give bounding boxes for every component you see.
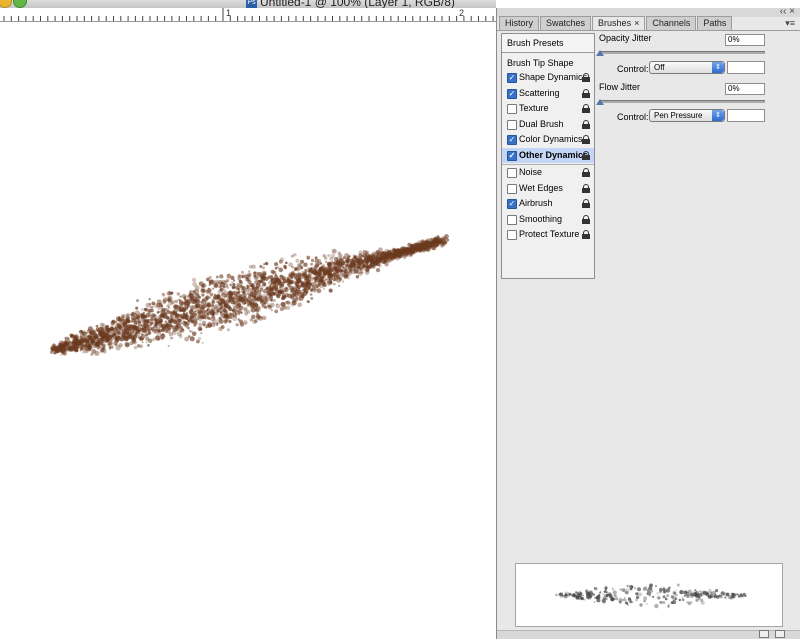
document-title-text: Untitled-1 @ 100% (Layer 1, RGB/8): [260, 0, 455, 8]
brush-setting-label: Color Dynamics: [519, 134, 583, 144]
checkbox[interactable]: ✓: [507, 73, 517, 83]
brush-setting-label: Dual Brush: [519, 118, 564, 129]
panel-menu-icon[interactable]: ▾≡: [785, 18, 795, 29]
lock-icon[interactable]: [582, 183, 590, 193]
lock-icon[interactable]: [582, 199, 590, 208]
lock-icon[interactable]: [582, 104, 590, 113]
tab-swatches-label: Swatches: [546, 18, 586, 28]
checkbox[interactable]: ✓: [507, 150, 517, 161]
brushes-panel: ‹‹ × History Swatches Brushes × Channels …: [496, 6, 800, 639]
ruler-mark-1: 1: [226, 8, 232, 18]
flow-jitter-value[interactable]: 0%: [725, 83, 765, 95]
panel-collapse-icons[interactable]: ‹‹ ×: [780, 6, 795, 17]
checkbox[interactable]: [507, 183, 517, 194]
zoom-button[interactable]: [13, 0, 27, 8]
brush-setting-other-dynamics[interactable]: ✓ Other Dynamics: [502, 147, 594, 163]
lock-icon[interactable]: [582, 168, 590, 177]
panel-footer: [497, 630, 800, 639]
brush-setting-label: Airbrush: [519, 198, 553, 208]
brush-setting-smoothing[interactable]: Smoothing: [502, 212, 594, 228]
horizontal-ruler[interactable]: 1 2: [0, 8, 496, 22]
brush-setting-label: Smoothing: [519, 213, 563, 224]
brush-setting-label: Texture: [519, 103, 549, 113]
brush-setting-label: Scattering: [519, 87, 560, 98]
tab-channels[interactable]: Channels: [646, 16, 697, 30]
chevron-updown-icon: ⇕: [712, 110, 724, 121]
flow-control-value: Pen Pressure: [654, 111, 703, 120]
brush-tip-shape-item[interactable]: Brush Tip Shape: [502, 56, 594, 70]
opacity-minimum-field[interactable]: [727, 61, 765, 74]
lock-icon[interactable]: [582, 73, 590, 82]
brush-setting-airbrush[interactable]: ✓ Airbrush: [502, 196, 594, 212]
opacity-control-select[interactable]: Off ⇕: [649, 61, 725, 74]
brush-setting-color-dynamics[interactable]: ✓ Color Dynamics: [502, 132, 594, 148]
lock-icon[interactable]: [582, 119, 590, 129]
checkbox[interactable]: ✓: [507, 135, 517, 145]
flow-control-label: Control:: [617, 112, 649, 122]
brush-setting-label: Noise: [519, 167, 543, 177]
brush-stroke-preview: [515, 563, 783, 627]
new-preset-icon[interactable]: [759, 630, 769, 638]
brush-setting-dual-brush[interactable]: Dual Brush: [502, 117, 594, 133]
brush-setting-label: Protect Texture: [519, 229, 580, 239]
checkbox[interactable]: ✓: [507, 199, 517, 209]
checkbox[interactable]: [507, 168, 517, 178]
chevron-updown-icon: ⇕: [712, 62, 724, 73]
close-icon[interactable]: ×: [634, 18, 639, 28]
brush-settings-list: Brush Presets Brush Tip Shape ✓ Shape Dyn…: [501, 33, 595, 279]
brush-setting-label: Shape Dynamics: [519, 72, 588, 82]
brush-setting-label: Other Dynamics: [519, 149, 589, 160]
flow-minimum-field[interactable]: [727, 109, 765, 122]
brush-setting-scattering[interactable]: ✓ Scattering: [502, 86, 594, 102]
tab-history-label: History: [505, 18, 534, 28]
document-title-bar: Ps Untitled-1 @ 100% (Layer 1, RGB/8): [0, 0, 496, 8]
opacity-jitter-label: Opacity Jitter: [599, 33, 652, 43]
opacity-jitter-slider-thumb[interactable]: [596, 50, 604, 56]
document-canvas[interactable]: [0, 22, 496, 639]
ruler-mark-2: 2: [459, 8, 465, 18]
flow-jitter-label: Flow Jitter: [599, 82, 641, 92]
delete-icon[interactable]: [775, 630, 785, 638]
tab-swatches[interactable]: Swatches: [540, 16, 592, 30]
brush-setting-texture[interactable]: Texture: [502, 101, 594, 117]
opacity-control-label: Control:: [617, 64, 649, 74]
checkbox[interactable]: ✓: [507, 88, 517, 99]
checkbox[interactable]: [507, 214, 517, 225]
lock-icon[interactable]: [582, 135, 590, 144]
checkbox[interactable]: [507, 230, 517, 240]
tab-brushes-label: Brushes: [598, 18, 632, 28]
ruler-ticks: [3, 8, 494, 21]
opacity-jitter-value[interactable]: 0%: [725, 34, 765, 46]
tab-history[interactable]: History: [499, 16, 540, 30]
lock-icon[interactable]: [582, 214, 590, 224]
tab-paths[interactable]: Paths: [697, 16, 733, 30]
brush-stroke: [49, 234, 450, 357]
document-title: Ps Untitled-1 @ 100% (Layer 1, RGB/8): [246, 0, 455, 8]
opacity-control-value: Off: [654, 63, 665, 72]
opacity-jitter-slider[interactable]: [599, 51, 765, 54]
lock-icon[interactable]: [582, 88, 590, 98]
checkbox[interactable]: [507, 119, 517, 130]
flow-control-select[interactable]: Pen Pressure ⇕: [649, 109, 725, 122]
tab-brushes[interactable]: Brushes ×: [592, 16, 646, 31]
brush-setting-wet-edges[interactable]: Wet Edges: [502, 181, 594, 197]
flow-jitter-slider[interactable]: [599, 100, 765, 103]
brush-setting-label: Wet Edges: [519, 182, 563, 193]
brush-setting-protect-texture[interactable]: Protect Texture: [502, 227, 594, 243]
flow-jitter-slider-thumb[interactable]: [596, 99, 604, 105]
brush-setting-noise[interactable]: Noise: [502, 164, 594, 181]
lock-icon[interactable]: [582, 230, 590, 239]
tab-paths-label: Paths: [703, 18, 727, 28]
lock-icon[interactable]: [582, 150, 590, 160]
tab-divider: [497, 30, 800, 31]
tab-channels-label: Channels: [652, 18, 691, 28]
preview-stroke: [555, 583, 747, 609]
panel-tabs: History Swatches Brushes × Channels Paths: [499, 16, 733, 31]
photoshop-doc-icon: Ps: [246, 0, 257, 8]
minimize-button[interactable]: [0, 0, 12, 8]
brush-presets-button[interactable]: Brush Presets: [502, 34, 594, 53]
brush-setting-shape-dynamics[interactable]: ✓ Shape Dynamics: [502, 70, 594, 86]
checkbox[interactable]: [507, 104, 517, 114]
